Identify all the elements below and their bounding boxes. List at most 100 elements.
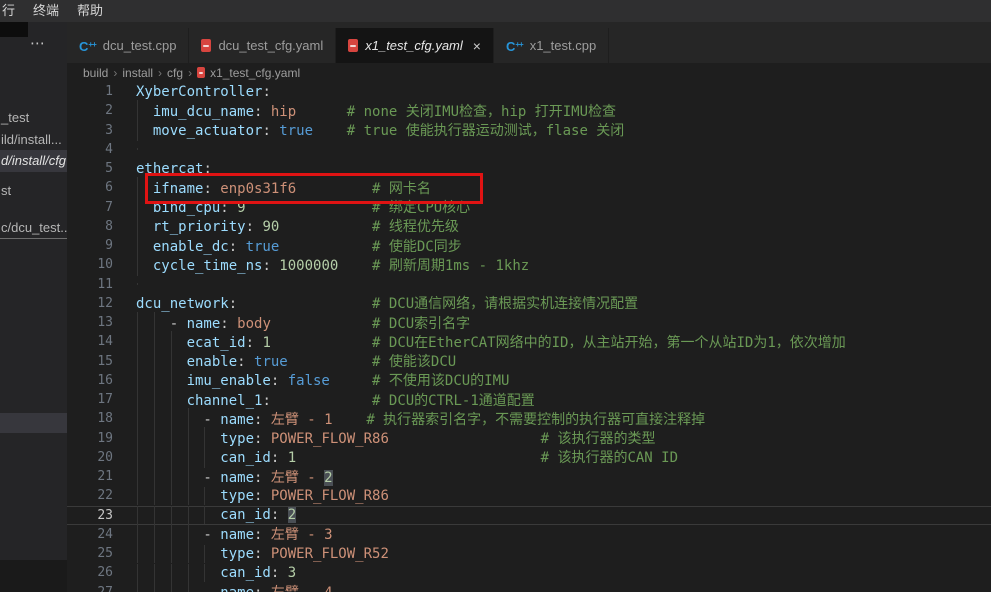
- token: -: [136, 470, 220, 486]
- token: # true 使能执行器运动测试，flase 关闭: [347, 123, 625, 139]
- menubar-item[interactable]: 帮助: [68, 0, 112, 22]
- tab-label: dcu_test_cfg.yaml: [218, 38, 323, 53]
- code-text: channel_1: # DCU的CTRL-1通道配置: [136, 390, 535, 410]
- breadcrumb-separator-icon: ›: [188, 66, 192, 80]
- code-line[interactable]: 19 type: POWER_FLOW_R86 # 该执行器的类型: [67, 429, 991, 448]
- sidebar-item[interactable]: c/dcu_test...: [0, 217, 67, 239]
- token: 左臂 - 4: [271, 585, 333, 592]
- token: :: [229, 239, 246, 255]
- indent-guide-line: [204, 506, 205, 524]
- more-actions-icon[interactable]: ⋯: [30, 34, 46, 52]
- menubar: 行终端帮助: [0, 0, 991, 22]
- code-line[interactable]: 27 - name: 左臂 - 4: [67, 583, 991, 592]
- token: # 绑定CPU核心: [372, 200, 470, 216]
- indent-guide-line: [137, 119, 138, 141]
- indent-guide-line: [171, 545, 172, 563]
- token: hip: [271, 104, 296, 120]
- code-text: can_id: 2: [136, 507, 296, 523]
- code-text: ifname: enp0s31f6 # 网卡名: [136, 178, 431, 198]
- code-line[interactable]: 21 - name: 左臂 - 2: [67, 467, 991, 486]
- code-line[interactable]: 16 imu_enable: false # 不使用该DCU的IMU: [67, 371, 991, 390]
- token: POWER_FLOW_R86: [271, 431, 389, 447]
- code-line[interactable]: 5ethercat:: [67, 159, 991, 178]
- indent-guide-line: [137, 506, 138, 524]
- code-line[interactable]: 4: [67, 140, 991, 159]
- code-text: XyberController:: [136, 84, 271, 100]
- indent-guide-line: [154, 506, 155, 524]
- indent-guide-line: [137, 523, 138, 545]
- breadcrumb-file[interactable]: x1_test_cfg.yaml: [210, 66, 300, 80]
- code-line[interactable]: 17 channel_1: # DCU的CTRL-1通道配置: [67, 390, 991, 409]
- indent-guide-line: [188, 466, 189, 488]
- code-text: imu_enable: false # 不使用该DCU的IMU: [136, 370, 509, 390]
- token: [271, 316, 372, 332]
- editor-code-area[interactable]: 1 XyberController:2 imu_dcu_name: hip # n…: [67, 82, 991, 592]
- code-line[interactable]: 11: [67, 275, 991, 294]
- code-line[interactable]: 10 cycle_time_ns: 1000000 # 刷新周期1ms - 1k…: [67, 255, 991, 274]
- code-line[interactable]: 9 enable_dc: true # 使能DC同步: [67, 236, 991, 255]
- token: # none 关闭IMU检查，hip 打开IMU检查: [347, 104, 616, 120]
- tab-dcu_test.cpp[interactable]: C++dcu_test.cpp: [67, 28, 189, 63]
- indent-guide-line: [137, 564, 138, 582]
- code-line[interactable]: 20 can_id: 1 # 该执行器的CAN ID: [67, 448, 991, 467]
- indent-guide-line: [154, 523, 155, 545]
- token: rt_priority: [136, 219, 246, 235]
- sidebar-item[interactable]: d/install/cfg: [0, 150, 67, 172]
- breadcrumb-item[interactable]: cfg: [167, 66, 183, 80]
- menubar-item[interactable]: 行: [0, 0, 24, 22]
- code-text: - name: 左臂 - 3: [136, 524, 333, 544]
- tab-x1_test_cfg.yaml[interactable]: x1_test_cfg.yaml ×: [336, 28, 494, 63]
- code-line[interactable]: 14 ecat_id: 1 # DCU在EtherCAT网络中的ID，从主站开始…: [67, 332, 991, 351]
- token: 左臂 - 3: [271, 527, 333, 543]
- token: # 使能该DCU: [372, 354, 456, 370]
- code-line[interactable]: 6 ifname: enp0s31f6 # 网卡名: [67, 178, 991, 197]
- token: imu_enable: [136, 373, 271, 389]
- code-text: move_actuator: true # true 使能执行器运动测试，fla…: [136, 120, 624, 140]
- vscode-window: 行终端帮助 ⋯ _testild/install...d/install/cfg…: [0, 0, 991, 592]
- tab-close-icon[interactable]: ×: [473, 39, 481, 53]
- token: :: [203, 161, 211, 177]
- breadcrumb-item[interactable]: install: [122, 66, 153, 80]
- sidebar-item[interactable]: ild/install...: [0, 129, 67, 151]
- tab-dcu_test_cfg.yaml[interactable]: dcu_test_cfg.yaml: [189, 28, 336, 63]
- token: # DCU索引名字: [372, 316, 470, 332]
- code-line[interactable]: 18 - name: 左臂 - 1 # 执行器索引名字，不需要控制的执行器可直接…: [67, 409, 991, 428]
- token: name: [220, 470, 254, 486]
- code-line[interactable]: 24 - name: 左臂 - 3: [67, 525, 991, 544]
- code-line[interactable]: 26 can_id: 3: [67, 563, 991, 582]
- sidebar-item[interactable]: _test: [0, 107, 67, 129]
- code-text: cycle_time_ns: 1000000 # 刷新周期1ms - 1khz: [136, 255, 529, 275]
- line-number: 20: [67, 450, 113, 465]
- indent-guide-line: [171, 506, 172, 524]
- code-line[interactable]: 3 move_actuator: true # true 使能执行器运动测试，f…: [67, 121, 991, 140]
- code-line[interactable]: 25 type: POWER_FLOW_R52: [67, 544, 991, 563]
- code-text: - name: body # DCU索引名字: [136, 313, 470, 333]
- indent-guide-line: [188, 545, 189, 563]
- code-line[interactable]: 12dcu_network: # DCU通信网络，请根据实机连接情况配置: [67, 294, 991, 313]
- tab-x1_test.cpp[interactable]: C++x1_test.cpp: [494, 28, 609, 63]
- yaml-icon-line: [199, 72, 203, 74]
- code-line[interactable]: 2 imu_dcu_name: hip # none 关闭IMU检查，hip 打…: [67, 101, 991, 120]
- sidebar-selected-empty-row[interactable]: [0, 413, 67, 433]
- token: [330, 373, 372, 389]
- code-text: enable_dc: true # 使能DC同步: [136, 236, 462, 256]
- code-line[interactable]: 23 can_id: 2: [67, 506, 991, 525]
- code-rows: 1 XyberController:2 imu_dcu_name: hip # n…: [67, 82, 991, 592]
- breadcrumb-item[interactable]: build: [83, 66, 108, 80]
- indent-guide-line: [154, 487, 155, 505]
- code-line[interactable]: 7 bind_cpu: 9 # 绑定CPU核心: [67, 198, 991, 217]
- tab-label: x1_test_cfg.yaml: [365, 38, 463, 53]
- code-line[interactable]: 13 - name: body # DCU索引名字: [67, 313, 991, 332]
- code-line[interactable]: 1 XyberController:: [67, 82, 991, 101]
- token: can_id: [136, 565, 271, 581]
- line-number: 19: [67, 431, 113, 446]
- code-line[interactable]: 22 type: POWER_FLOW_R86: [67, 486, 991, 505]
- line-number: 1: [67, 84, 113, 99]
- code-line[interactable]: 8 rt_priority: 90 # 线程优先级: [67, 217, 991, 236]
- menubar-item[interactable]: 终端: [24, 0, 68, 22]
- cpp-file-icon: C++: [79, 39, 96, 53]
- sidebar-item[interactable]: st: [0, 180, 67, 202]
- code-line[interactable]: 15 enable: true # 使能该DCU: [67, 352, 991, 371]
- code-text: - name: 左臂 - 4: [136, 582, 333, 592]
- indent-guide-line: [137, 581, 138, 592]
